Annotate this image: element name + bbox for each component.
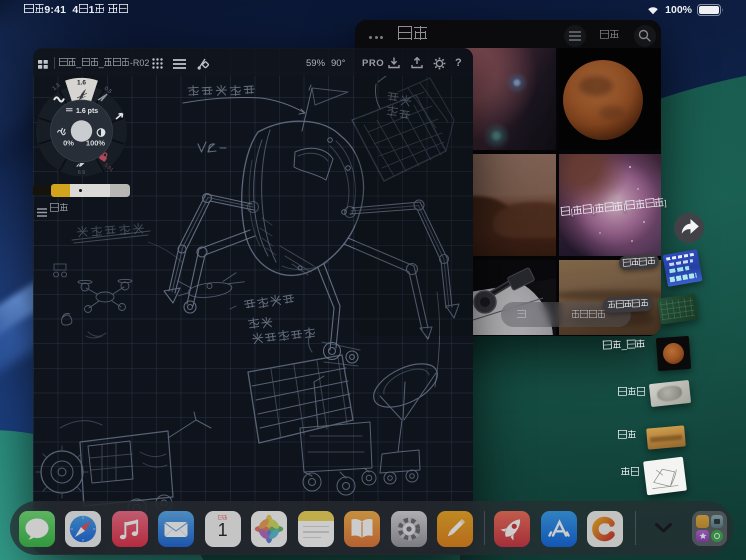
svg-text:100%: 100% [86,139,106,148]
svg-text:6 9: 6 9 [78,170,85,176]
svg-text:1.6: 1.6 [77,80,86,87]
svg-text:1.6 pts: 1.6 pts [76,108,98,115]
svg-text:0%: 0% [63,139,74,148]
